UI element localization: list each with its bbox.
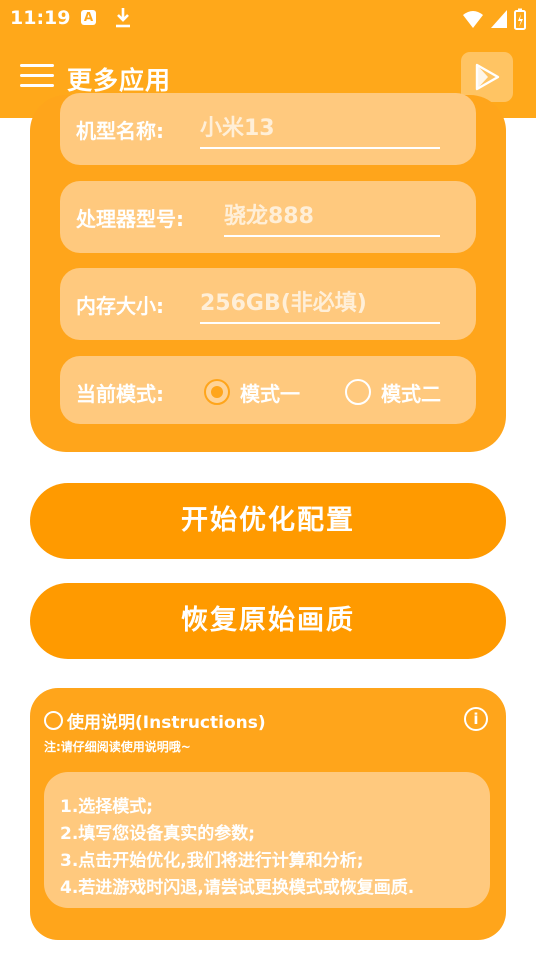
instructions-title: 使用说明(Instructions) xyxy=(67,713,266,733)
status-time: 11:19 xyxy=(10,7,71,29)
processor-input[interactable] xyxy=(224,197,440,237)
memory-label: 内存大小: xyxy=(76,294,164,318)
mode-field: 当前模式: 模式一 模式二 xyxy=(60,356,476,424)
config-card: 机型名称: 处理器型号: 内存大小: 当前模式: 模式一 模式二 xyxy=(30,93,506,452)
status-right-icons xyxy=(462,8,526,30)
battery-icon xyxy=(514,8,526,30)
instructions-card: 使用说明(Instructions) i 注:请仔细阅读使用说明哦~ 1.选择模… xyxy=(30,688,506,940)
mode-label: 当前模式: xyxy=(76,382,164,406)
mode-one-label: 模式一 xyxy=(240,381,300,406)
circle-icon xyxy=(44,711,63,730)
processor-label: 处理器型号: xyxy=(76,207,184,231)
instructions-note: 注:请仔细阅读使用说明哦~ xyxy=(44,740,191,754)
hamburger-menu-icon[interactable] xyxy=(20,64,54,90)
restore-quality-button[interactable]: 恢复原始画质 xyxy=(30,583,506,659)
memory-input[interactable] xyxy=(200,284,440,324)
overlay-patch xyxy=(506,894,536,940)
radio-checked-icon xyxy=(204,379,230,405)
mode-two-radio[interactable]: 模式二 xyxy=(345,374,441,410)
screen: 11:19 A 更多应用 机型名称: 小米13 处理器型号: 骁龙888 内存大… xyxy=(0,0,536,954)
instruction-step: 3.点击开始优化,我们将进行计算和分析; xyxy=(60,851,364,871)
wifi-icon xyxy=(463,11,483,28)
a-badge-icon: A xyxy=(81,10,96,25)
status-bar: 11:19 A xyxy=(0,0,536,38)
instruction-step: 1.选择模式; xyxy=(60,797,154,817)
info-icon[interactable]: i xyxy=(464,707,488,731)
device-name-input[interactable] xyxy=(200,109,440,149)
start-optimize-button[interactable]: 开始优化配置 xyxy=(30,483,506,559)
instruction-step: 2.填写您设备真实的参数; xyxy=(60,824,256,844)
download-icon xyxy=(116,8,130,28)
instruction-step: 4.若进游戏时闪退,请尝试更换模式或恢复画质. xyxy=(60,878,415,898)
device-name-label: 机型名称: xyxy=(76,119,164,143)
signal-icon xyxy=(491,10,507,28)
mode-two-label: 模式二 xyxy=(381,381,441,406)
instructions-title-row: 使用说明(Instructions) xyxy=(44,708,266,733)
instructions-steps-box: 1.选择模式; 2.填写您设备真实的参数; 3.点击开始优化,我们将进行计算和分… xyxy=(44,772,490,908)
page-title: 更多应用 xyxy=(67,66,172,95)
mode-one-radio[interactable]: 模式一 xyxy=(204,374,300,410)
radio-unchecked-icon xyxy=(345,379,371,405)
processor-field: 处理器型号: xyxy=(60,181,476,253)
memory-field: 内存大小: xyxy=(60,268,476,340)
device-name-field: 机型名称: xyxy=(60,93,476,165)
